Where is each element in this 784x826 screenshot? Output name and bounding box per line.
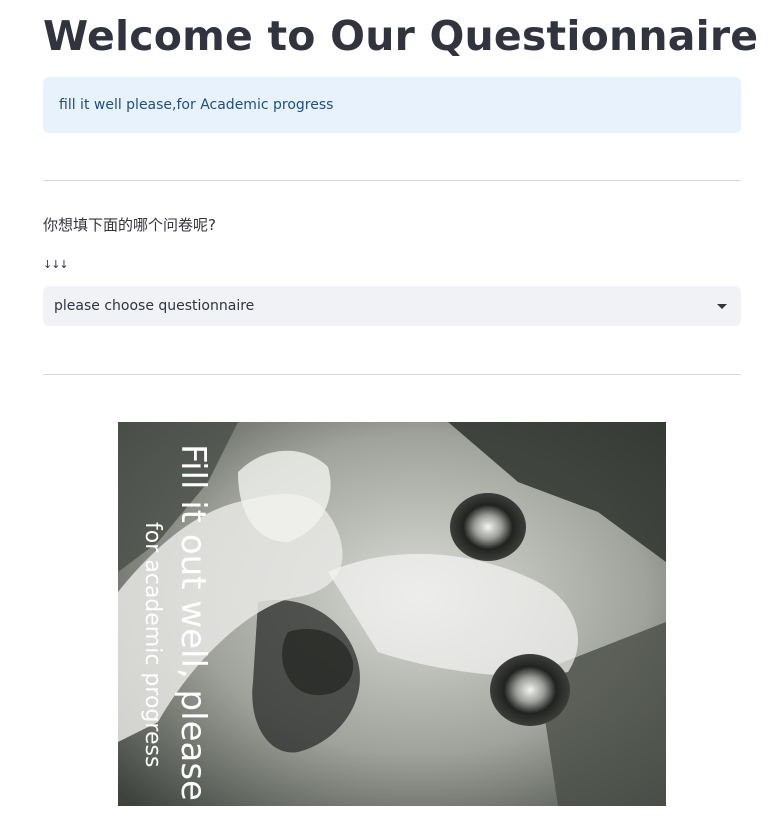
meme-caption-sub: for academic progress	[140, 522, 165, 767]
divider-top	[43, 180, 741, 181]
question-label: 你想填下面的哪个问卷呢?	[43, 216, 216, 234]
chevron-down-icon[interactable]	[717, 303, 727, 309]
questionnaire-select[interactable]: please choose questionnaire	[43, 286, 741, 326]
questionnaire-select-value: please choose questionnaire	[54, 298, 255, 314]
meme-caption-main: Fill it out well, please	[173, 444, 213, 801]
page-title: Welcome to Our Questionnaire	[43, 12, 759, 60]
divider-bottom	[43, 374, 741, 375]
arrows-hint: ↓↓↓	[43, 258, 69, 271]
info-alert: fill it well please,for Academic progres…	[43, 77, 741, 133]
meme-image: Fill it out well, please for academic pr…	[118, 422, 666, 806]
husky-meme-illustration: Fill it out well, please for academic pr…	[118, 422, 666, 806]
info-alert-text: fill it well please,for Academic progres…	[59, 97, 334, 113]
